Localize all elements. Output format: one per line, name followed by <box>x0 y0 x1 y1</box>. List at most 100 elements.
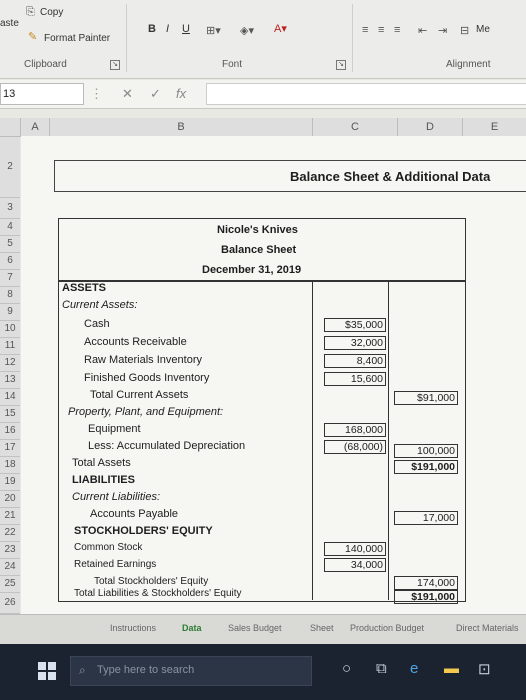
label-common-stock: Common Stock <box>74 542 143 553</box>
row-header[interactable]: 9 <box>0 304 20 321</box>
value-total-assets: $191,000 <box>394 460 458 474</box>
row-header[interactable]: 11 <box>0 338 20 355</box>
cortana-icon[interactable]: ○ <box>342 660 351 677</box>
row-header[interactable]: 20 <box>0 491 20 508</box>
merge-button[interactable]: Me <box>476 24 490 35</box>
row-header[interactable]: 4 <box>0 219 20 236</box>
label-total-equity: Total Stockholders' Equity <box>94 576 209 587</box>
format-painter-button[interactable]: Format Painter <box>44 33 110 44</box>
borders-icon[interactable]: ⊞▾ <box>206 24 221 37</box>
value-retained-earnings: 34,000 <box>324 558 386 572</box>
font-launcher-icon[interactable]: ↘ <box>336 60 346 70</box>
row-header[interactable]: 8 <box>0 287 20 304</box>
store-icon[interactable]: ⊡ <box>478 660 491 678</box>
value-total-equity: 174,000 <box>394 576 458 590</box>
column-header-b[interactable]: B <box>50 118 313 137</box>
merge-icon[interactable]: ⊟ <box>460 24 469 37</box>
file-explorer-icon[interactable]: ▬ <box>444 660 459 677</box>
column-divider <box>388 280 389 600</box>
align-right-icon[interactable]: ≡ <box>394 24 400 36</box>
row-header[interactable]: 22 <box>0 525 20 542</box>
column-header-d[interactable]: D <box>398 118 463 137</box>
row-header[interactable]: 21 <box>0 508 20 525</box>
select-all-corner[interactable] <box>0 118 21 137</box>
row-header[interactable]: 12 <box>0 355 20 372</box>
label-current-assets: Current Assets: <box>62 299 138 311</box>
copy-icon: ⎘ <box>26 6 35 18</box>
row-header[interactable]: 18 <box>0 457 20 474</box>
statement-title: Balance Sheet <box>221 244 297 256</box>
row-header[interactable]: 2 <box>0 137 20 198</box>
row-header[interactable]: 26 <box>0 593 20 614</box>
copy-button[interactable]: Copy <box>40 7 63 18</box>
sheet-tab-bar: Instructions Data Sales Budget Sheet Pro… <box>0 614 526 645</box>
row-header[interactable]: 23 <box>0 542 20 559</box>
label-assets: ASSETS <box>62 282 107 294</box>
value-total-current-assets: $91,000 <box>394 391 458 405</box>
name-box[interactable]: 13 <box>0 83 84 105</box>
bold-button[interactable]: B <box>148 23 156 35</box>
align-left-icon[interactable]: ≡ <box>362 24 368 36</box>
fill-color-icon[interactable]: ◈▾ <box>240 24 254 37</box>
edge-icon[interactable]: e <box>410 660 418 677</box>
row-header[interactable]: 19 <box>0 474 20 491</box>
row-header[interactable]: 24 <box>0 559 20 576</box>
paste-button[interactable]: aste <box>0 18 19 29</box>
row-header[interactable]: 17 <box>0 440 20 457</box>
sheet-tab-data[interactable]: Data <box>182 623 202 633</box>
alignment-group-label: Alignment <box>446 59 491 70</box>
formula-bar: 13 ⋮ ✕ ✓ fx <box>0 80 526 109</box>
sheet-tab-sheet[interactable]: Sheet <box>310 623 334 633</box>
windows-taskbar: ⌕ Type here to search ○ ⧉ e ▬ ⊡ <box>0 644 526 700</box>
sheet-tab-instructions[interactable]: Instructions <box>110 623 156 633</box>
formula-input[interactable] <box>206 83 526 105</box>
cancel-icon[interactable]: ✕ <box>122 86 133 102</box>
row-header[interactable]: 3 <box>0 198 20 219</box>
enter-icon[interactable]: ✓ <box>150 86 161 102</box>
italic-button[interactable]: I <box>166 23 169 35</box>
value-net-ppe: 100,000 <box>394 444 458 458</box>
column-header-e[interactable]: E <box>463 118 526 137</box>
sheet-tab-direct-materials[interactable]: Direct Materials <box>456 623 519 633</box>
row-header[interactable]: 7 <box>0 270 20 287</box>
label-equipment: Equipment <box>88 423 141 435</box>
windows-start-icon[interactable] <box>38 662 56 680</box>
underline-button[interactable]: U <box>182 23 190 35</box>
task-view-icon[interactable]: ⧉ <box>376 660 387 677</box>
ribbon-separator <box>352 4 353 72</box>
value-raw-materials: 8,400 <box>324 354 386 368</box>
label-cash: Cash <box>84 318 110 330</box>
row-header[interactable]: 25 <box>0 576 20 593</box>
value-equipment: 168,000 <box>324 423 386 437</box>
row-header[interactable]: 5 <box>0 236 20 253</box>
row-header[interactable]: 16 <box>0 423 20 440</box>
label-accounts-receivable: Accounts Receivable <box>84 336 187 348</box>
increase-indent-icon[interactable]: ⇥ <box>438 24 447 37</box>
row-header[interactable]: 14 <box>0 389 20 406</box>
column-header-a[interactable]: A <box>21 118 50 137</box>
clipboard-launcher-icon[interactable]: ↘ <box>110 60 120 70</box>
company-name: Nicole's Knives <box>217 224 298 236</box>
insert-function-icon[interactable]: fx <box>176 86 186 101</box>
row-header[interactable]: 6 <box>0 253 20 270</box>
decrease-indent-icon[interactable]: ⇤ <box>418 24 427 37</box>
align-center-icon[interactable]: ≡ <box>378 24 384 36</box>
value-accumulated-depreciation: (68,000) <box>324 440 386 454</box>
column-header-c[interactable]: C <box>313 118 398 137</box>
clipboard-group-label: Clipboard <box>24 59 67 70</box>
row-header[interactable]: 13 <box>0 372 20 389</box>
value-accounts-receivable: 32,000 <box>324 336 386 350</box>
label-accounts-payable: Accounts Payable <box>90 508 179 520</box>
label-total-liabilities-equity: Total Liabilities & Stockholders' Equity <box>74 588 242 599</box>
column-divider <box>312 280 313 600</box>
value-cash: $35,000 <box>324 318 386 332</box>
taskbar-search[interactable]: ⌕ Type here to search <box>70 656 312 686</box>
font-color-icon[interactable]: A▾ <box>274 22 287 35</box>
sheet-tab-production-budget[interactable]: Production Budget <box>350 623 424 633</box>
row-header[interactable]: 15 <box>0 406 20 423</box>
sheet-tab-sales-budget[interactable]: Sales Budget <box>228 623 282 633</box>
row-header[interactable]: 10 <box>0 321 20 338</box>
label-ppe: Property, Plant, and Equipment: <box>68 406 224 418</box>
label-liabilities: LIABILITIES <box>72 474 135 486</box>
statement-date: December 31, 2019 <box>202 264 302 276</box>
